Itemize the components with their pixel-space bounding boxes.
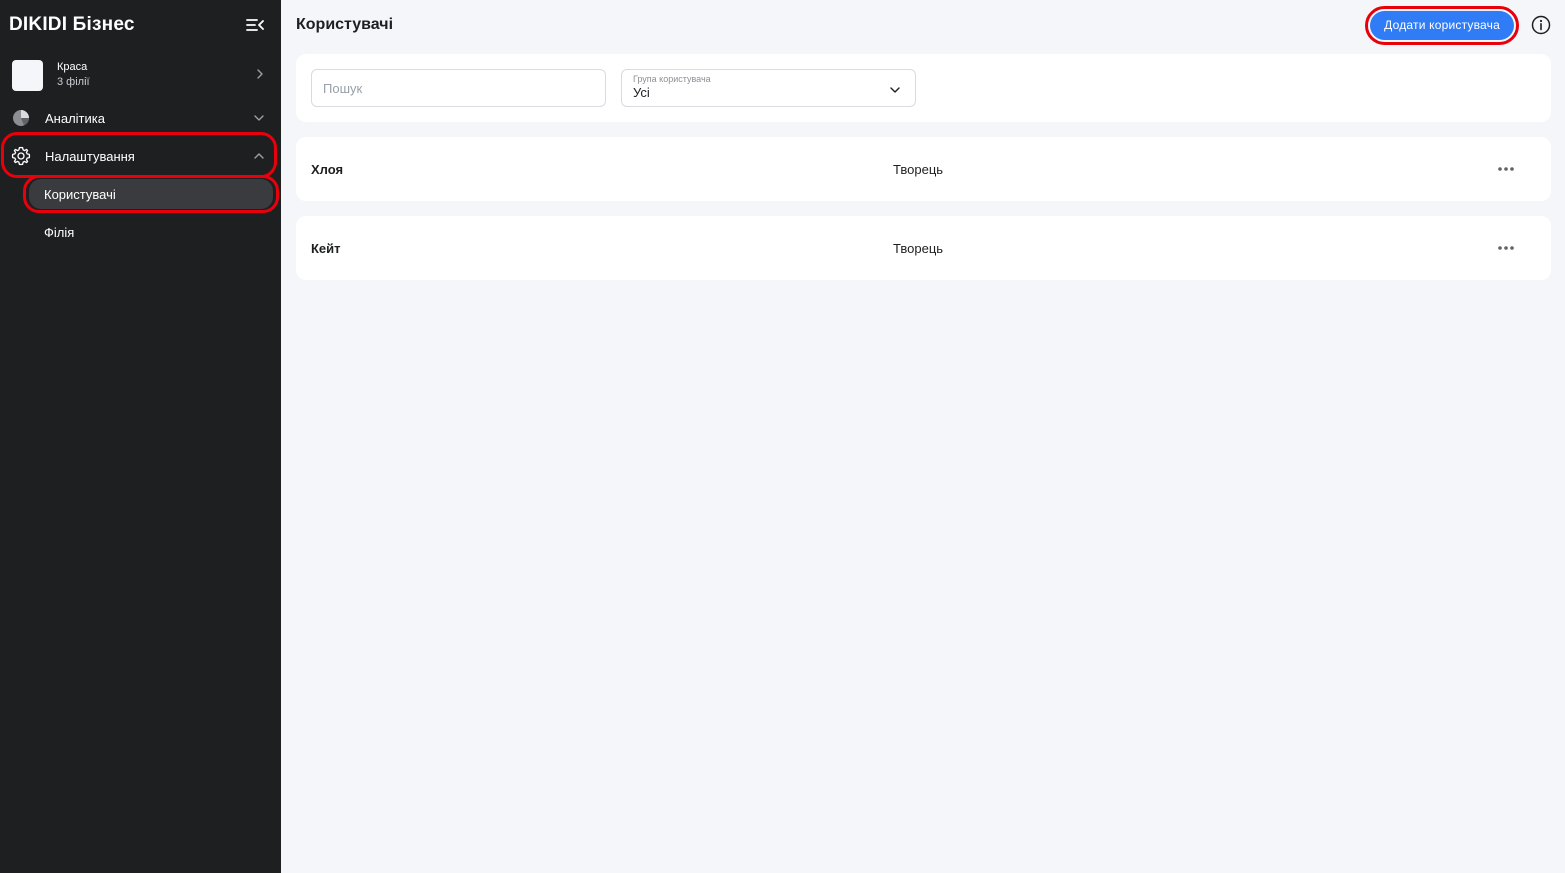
collapse-sidebar-icon[interactable] bbox=[245, 15, 265, 35]
company-branches: 3 філії bbox=[57, 76, 90, 88]
app: DIKIDI Бізнес Краса 3 філії Аналітика На… bbox=[0, 0, 1565, 873]
chevron-right-icon bbox=[255, 66, 265, 84]
topbar: Користувачі Додати користувача bbox=[296, 0, 1551, 50]
user-group-select[interactable]: Група користувача Усі bbox=[621, 69, 916, 107]
settings-submenu: Користувачі Філія bbox=[0, 175, 281, 247]
page-title: Користувачі bbox=[296, 16, 394, 33]
nav-analytics-label: Аналітика bbox=[45, 110, 105, 126]
brand-row: DIKIDI Бізнес bbox=[0, 0, 281, 50]
user-group-label: Група користувача bbox=[633, 74, 711, 84]
chevron-up-icon bbox=[253, 150, 265, 162]
chevron-down-icon bbox=[889, 83, 901, 95]
nav-settings[interactable]: Налаштування bbox=[0, 137, 281, 175]
sidebar: DIKIDI Бізнес Краса 3 філії Аналітика На… bbox=[0, 0, 281, 873]
top-actions: Додати користувача bbox=[1365, 5, 1551, 45]
user-row[interactable]: Кейт Творець bbox=[296, 216, 1551, 280]
search-input[interactable] bbox=[311, 69, 606, 107]
sidebar-item-branch[interactable]: Філія bbox=[29, 217, 273, 247]
user-row[interactable]: Хлоя Творець bbox=[296, 137, 1551, 201]
user-role: Творець bbox=[893, 240, 944, 256]
user-role: Творець bbox=[893, 161, 944, 177]
filters-panel: Група користувача Усі bbox=[296, 54, 1551, 122]
company-switcher[interactable]: Краса 3 філії bbox=[0, 51, 281, 99]
pie-chart-icon bbox=[11, 108, 31, 128]
company-logo bbox=[12, 59, 43, 91]
company-name: Краса bbox=[57, 61, 88, 73]
add-user-button[interactable]: Додати користувача bbox=[1370, 10, 1514, 40]
add-user-highlight-ring: Додати користувача bbox=[1365, 5, 1519, 45]
brand-logo-text: DIKIDI Бізнес bbox=[9, 14, 135, 35]
sidebar-item-users[interactable]: Користувачі bbox=[29, 179, 273, 209]
nav-settings-label: Налаштування bbox=[45, 148, 135, 164]
info-icon[interactable] bbox=[1531, 15, 1551, 35]
more-options-icon[interactable] bbox=[1494, 238, 1518, 258]
nav-analytics[interactable]: Аналітика bbox=[0, 99, 281, 137]
user-name: Хлоя bbox=[311, 161, 344, 177]
user-group-value: Усі bbox=[633, 85, 650, 100]
gear-icon bbox=[11, 146, 31, 166]
user-name: Кейт bbox=[311, 240, 341, 256]
main-content: Користувачі Додати користувача Група кор… bbox=[281, 0, 1565, 873]
company-info: Краса 3 філії bbox=[57, 60, 255, 90]
nav-settings-group: Налаштування bbox=[0, 132, 281, 178]
chevron-down-icon bbox=[253, 112, 265, 124]
more-options-icon[interactable] bbox=[1494, 159, 1518, 179]
